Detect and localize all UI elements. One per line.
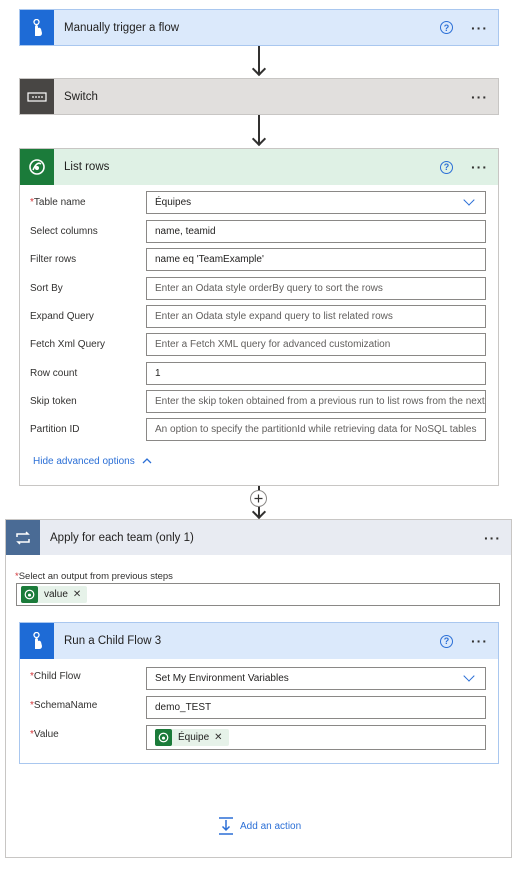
partition-id-input[interactable]: An option to specify the partitionId whi… [146,418,486,441]
more-options-icon[interactable]: ··· [484,531,501,545]
more-options-icon[interactable]: ··· [471,634,488,648]
schema-name-row: *SchemaName demo_TEST [30,696,486,719]
sort-by-input[interactable]: Enter an Odata style orderBy query to so… [146,277,486,300]
more-options-icon[interactable]: ··· [471,90,488,104]
chevron-down-icon[interactable] [463,670,475,682]
child-flow-header[interactable]: Run a Child Flow 3 ? ··· [20,623,498,659]
row-count-label: Row count [30,368,78,379]
filter-rows-row: Filter rows name eq 'TeamExample' [30,248,486,271]
help-icon[interactable]: ? [440,634,453,648]
arrow-head [251,61,267,77]
dataverse-token-icon [155,729,172,746]
skip-token-label: Skip token [30,396,77,407]
row-count-input[interactable]: 1 [146,362,486,385]
arrow-head [251,504,267,520]
value-input[interactable]: Équipe ✕ [146,725,486,750]
arrow-head [251,131,267,147]
apply-each-header[interactable]: Apply for each team (only 1) ··· [6,520,511,555]
partition-id-row: Partition ID An option to specify the pa… [30,418,486,441]
chevron-down-icon[interactable] [463,194,475,206]
trigger-header[interactable]: Manually trigger a flow ? ··· [20,10,498,45]
select-output-label: *Select an output from previous steps [15,571,173,582]
filter-rows-input[interactable]: name eq 'TeamExample' [146,248,486,271]
hand-touch-icon [33,632,42,649]
expand-query-input[interactable]: Enter an Odata style expand query to lis… [146,305,486,328]
expand-query-label: Expand Query [30,311,94,322]
apply-each-card: Apply for each team (only 1) ··· *Select… [5,519,512,858]
fetch-xml-row: Fetch Xml Query Enter a Fetch XML query … [30,333,486,356]
child-flow-title: Run a Child Flow 3 [64,635,162,647]
child-flow-dropdown[interactable]: Set My Environment Variables [146,667,486,690]
more-options-icon[interactable]: ··· [471,21,488,35]
schema-name-input[interactable]: demo_TEST [146,696,486,719]
value-label: *Value [30,729,59,740]
add-action-button[interactable]: Add an action [218,817,301,835]
filter-rows-label: Filter rows [30,254,77,265]
list-rows-title: List rows [64,161,110,173]
remove-token-icon[interactable]: ✕ [214,732,222,743]
select-output-input[interactable]: value ✕ [16,583,500,606]
plus-icon [254,494,263,503]
table-name-label: *Table name [30,197,86,208]
row-count-row: Row count 1 [30,362,486,385]
apply-each-icon-box [6,520,40,555]
switch-title: Switch [64,90,98,103]
apply-each-title: Apply for each team (only 1) [50,531,194,544]
help-icon[interactable]: ? [440,160,453,174]
fetch-xml-input[interactable]: Enter a Fetch XML query for advanced cus… [146,333,486,356]
hand-touch-icon [33,18,42,36]
select-columns-input[interactable]: name, teamid [146,220,486,243]
token-label: Équipe [178,732,210,743]
list-rows-header[interactable]: List rows ? ··· [20,149,498,185]
fetch-xml-label: Fetch Xml Query [30,339,106,350]
skip-token-row: Skip token Enter the skip token obtained… [30,390,486,413]
help-icon[interactable]: ? [440,21,453,34]
sort-by-row: Sort By Enter an Odata style orderBy que… [30,277,486,300]
select-columns-label: Select columns [30,226,98,237]
token-label: value [44,589,68,600]
list-rows-card: List rows ? ··· *Table name Équipes Sele… [19,148,499,486]
switch-card[interactable]: Switch ··· [19,78,499,115]
sort-by-label: Sort By [30,283,63,294]
select-columns-row: Select columns name, teamid [30,220,486,243]
switch-icon [27,91,47,102]
expand-query-row: Expand Query Enter an Odata style expand… [30,305,486,328]
more-options-icon[interactable]: ··· [471,160,488,174]
child-flow-icon-box [20,623,54,659]
dataverse-token-icon [21,586,38,603]
switch-icon-box [20,79,54,114]
table-name-dropdown[interactable]: Équipes [146,191,486,214]
switch-header[interactable]: Switch ··· [20,79,498,114]
dataverse-icon [29,159,45,175]
skip-token-input[interactable]: Enter the skip token obtained from a pre… [146,390,486,413]
dynamic-content-token[interactable]: Équipe ✕ [155,729,229,746]
hide-advanced-options-link[interactable]: Hide advanced options [33,456,152,467]
trigger-icon-box [20,10,54,45]
trigger-title: Manually trigger a flow [64,21,180,34]
partition-id-label: Partition ID [30,424,80,435]
loop-icon [16,530,30,545]
remove-token-icon[interactable]: ✕ [73,589,81,600]
trigger-card[interactable]: Manually trigger a flow ? ··· [19,9,499,46]
dataverse-icon-box [20,149,54,185]
schema-name-label: *SchemaName [30,700,98,711]
add-action-icon [219,817,233,835]
child-flow-row: *Child Flow Set My Environment Variables [30,667,486,690]
value-row: *Value Équipe ✕ [30,725,486,750]
child-flow-card: Run a Child Flow 3 ? ··· *Child Flow Set… [19,622,499,764]
table-name-row: *Table name Équipes [30,191,486,214]
dynamic-content-token[interactable]: value ✕ [21,586,88,603]
child-flow-label: *Child Flow [30,671,81,682]
chevron-up-icon [142,458,151,464]
